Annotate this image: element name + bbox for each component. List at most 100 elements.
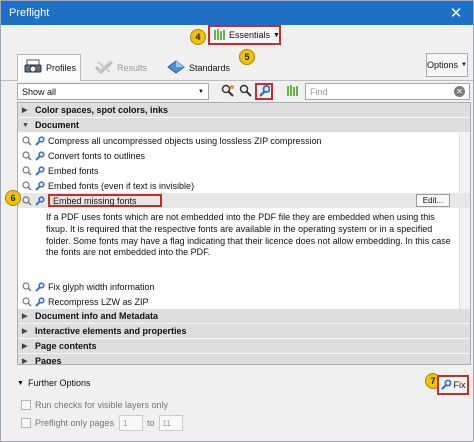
fixup-label: Embed fonts (even if text is invisible) bbox=[48, 180, 195, 191]
category-label: Color spaces, spot colors, inks bbox=[35, 105, 169, 115]
category-label: Document info and Metadata bbox=[35, 311, 159, 321]
list-item[interactable]: Recompress LZW as ZIP bbox=[18, 294, 470, 309]
library-icon bbox=[287, 85, 299, 98]
list-item[interactable]: Embed fonts bbox=[18, 163, 470, 178]
list-item[interactable]: Convert fonts to outlines bbox=[18, 148, 470, 163]
profiles-filter-button[interactable] bbox=[284, 83, 302, 100]
clear-icon[interactable]: ✕ bbox=[454, 86, 465, 97]
wrench-icon bbox=[35, 180, 45, 191]
run-checks-option[interactable]: Run checks for visible layers only bbox=[21, 400, 168, 410]
fixup-label: Fix glyph width information bbox=[48, 281, 155, 292]
run-checks-label: Run checks for visible layers only bbox=[35, 400, 169, 410]
fix-label: Fix bbox=[453, 380, 466, 390]
fixup-label: Compress all uncompressed objects using … bbox=[48, 135, 322, 146]
page-from-input[interactable]: 1 bbox=[119, 415, 143, 431]
collapse-arrow-icon[interactable]: ▼ bbox=[22, 122, 30, 129]
wrench-icon bbox=[35, 165, 45, 176]
expand-arrow-icon[interactable]: ▶ bbox=[22, 312, 30, 320]
fixup-label: Embed fonts bbox=[48, 165, 99, 176]
list-item[interactable]: Fix glyph width information bbox=[18, 279, 470, 294]
magnifier-icon bbox=[22, 165, 32, 176]
find-box[interactable]: Find ✕ bbox=[305, 83, 470, 100]
wrench-icon bbox=[35, 135, 45, 146]
magnifier-icon bbox=[22, 150, 32, 161]
toolbar: Show all ▼ Find ✕ bbox=[1, 81, 473, 103]
edit-button[interactable]: Edit... bbox=[416, 194, 450, 207]
options-label: Options bbox=[427, 60, 459, 70]
preflight-window: Preflight ✕ 4 Essentials ▼ Profiles Resu… bbox=[0, 0, 474, 442]
category-docinfo[interactable]: ▶ Document info and Metadata bbox=[18, 309, 470, 324]
title-bar: Preflight ✕ bbox=[1, 1, 473, 25]
fixup-description: If a PDF uses fonts which are not embedd… bbox=[46, 212, 451, 258]
further-options-label: Further Options bbox=[27, 378, 91, 388]
collapse-arrow-icon: ▼ bbox=[17, 379, 24, 387]
check-and-fix-button[interactable] bbox=[219, 83, 237, 100]
run-checks-checkbox[interactable] bbox=[21, 400, 31, 410]
category-label: Document bbox=[35, 120, 80, 130]
expand-arrow-icon[interactable]: ▶ bbox=[22, 106, 30, 114]
filter-select[interactable]: Show all ▼ bbox=[17, 83, 209, 100]
tab-bar: Profiles Results Standards 5 Options ▼ bbox=[1, 49, 473, 81]
tab-profiles[interactable]: Profiles bbox=[17, 54, 81, 81]
preflight-pages-label: Preflight only pages bbox=[35, 418, 115, 428]
search-input[interactable]: Find bbox=[310, 87, 328, 97]
tab-profiles-label: Profiles bbox=[46, 63, 77, 73]
tab-standards[interactable]: Standards bbox=[161, 54, 231, 81]
profiles-list: ▶ Color spaces, spot colors, inks ▼ Docu… bbox=[17, 102, 471, 365]
magnifier-icon bbox=[239, 84, 253, 99]
page-to-input[interactable]: 11 bbox=[158, 415, 183, 431]
filter-value: Show all bbox=[22, 86, 57, 97]
magnifier-icon bbox=[22, 195, 32, 206]
further-options-toggle[interactable]: ▼ Further Options bbox=[17, 378, 90, 388]
callout-4: 4 bbox=[190, 29, 206, 45]
fixups-filter-button[interactable] bbox=[255, 83, 273, 100]
preflight-pages-option[interactable]: Preflight only pages 1 to 11 bbox=[21, 415, 183, 431]
category-label: Interactive elements and properties bbox=[35, 326, 187, 336]
category-interactive[interactable]: ▶ Interactive elements and properties bbox=[18, 324, 470, 339]
magnifier-wrench-icon bbox=[221, 84, 235, 99]
chevron-down-icon: ▼ bbox=[198, 88, 204, 95]
magnifier-icon bbox=[22, 281, 32, 292]
wrench-icon bbox=[440, 379, 452, 392]
callout-6: 6 bbox=[5, 190, 21, 206]
checks-filter-button[interactable] bbox=[237, 83, 255, 100]
category-pages[interactable]: ▶ Pages bbox=[18, 354, 470, 365]
tab-results[interactable]: Results bbox=[89, 54, 153, 81]
expand-arrow-icon[interactable]: ▶ bbox=[22, 357, 30, 364]
chevron-down-icon: ▼ bbox=[461, 62, 467, 68]
list-item[interactable]: Compress all uncompressed objects using … bbox=[18, 133, 470, 148]
wrench-icon bbox=[35, 195, 45, 206]
fixup-label-highlighted: Embed missing fonts bbox=[48, 194, 162, 207]
results-icon bbox=[94, 60, 114, 76]
essentials-dropdown[interactable]: Essentials ▼ bbox=[208, 25, 281, 45]
expand-arrow-icon[interactable]: ▶ bbox=[22, 342, 30, 350]
expand-arrow-icon[interactable]: ▶ bbox=[22, 327, 30, 335]
wrench-icon bbox=[35, 281, 45, 292]
page-to-label: to bbox=[147, 418, 155, 428]
list-item-selected[interactable]: Embed missing fonts Edit... bbox=[18, 193, 470, 208]
fixup-label: Convert fonts to outlines bbox=[48, 150, 146, 161]
tab-results-label: Results bbox=[117, 62, 148, 73]
options-button[interactable]: Options ▼ bbox=[426, 53, 468, 77]
chevron-down-icon: ▼ bbox=[273, 31, 280, 39]
standards-icon bbox=[167, 59, 185, 76]
magnifier-icon bbox=[22, 180, 32, 191]
magnifier-icon bbox=[22, 296, 32, 307]
category-label: Page contents bbox=[35, 341, 97, 351]
fix-button[interactable]: Fix bbox=[437, 375, 469, 395]
fixup-label: Recompress LZW as ZIP bbox=[48, 296, 149, 307]
printer-icon bbox=[24, 59, 42, 77]
category-document[interactable]: ▼ Document bbox=[18, 118, 470, 133]
close-icon[interactable]: ✕ bbox=[447, 6, 465, 21]
preflight-pages-checkbox[interactable] bbox=[21, 418, 31, 428]
category-label: Pages bbox=[35, 356, 62, 365]
category-page-contents[interactable]: ▶ Page contents bbox=[18, 339, 470, 354]
callout-5: 5 bbox=[239, 49, 255, 65]
window-title: Preflight bbox=[9, 7, 50, 19]
list-item[interactable]: Embed fonts (even if text is invisible) bbox=[18, 178, 470, 193]
library-icon bbox=[214, 28, 226, 42]
essentials-label: Essentials bbox=[229, 30, 271, 40]
category-color[interactable]: ▶ Color spaces, spot colors, inks bbox=[18, 103, 470, 118]
tab-standards-label: Standards bbox=[189, 62, 231, 73]
fixup-label: Embed missing fonts bbox=[53, 195, 137, 206]
